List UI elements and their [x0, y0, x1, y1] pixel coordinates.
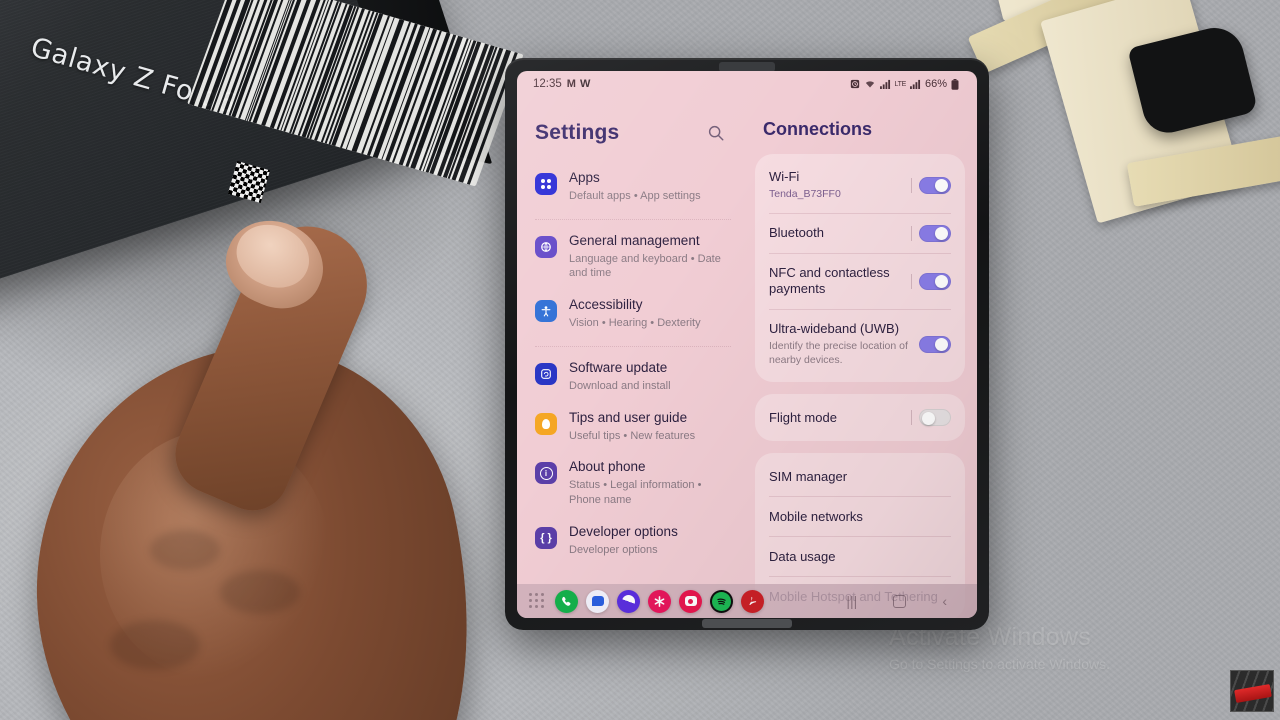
wifi-toggle[interactable]: [919, 177, 951, 194]
recents-button[interactable]: |||: [846, 593, 857, 609]
search-icon[interactable]: [707, 124, 725, 142]
divider: [535, 219, 731, 220]
connections-pane: Connections Wi-Fi Tenda_B73FF0 Bluetooth…: [747, 95, 977, 618]
sidebar-item-software-update[interactable]: Software update Download and install: [535, 353, 733, 403]
flight-mode-card: Flight mode: [755, 394, 965, 441]
wifi-icon: [864, 79, 876, 89]
network-type-indicator: LTE: [895, 81, 906, 88]
software-update-icon: [535, 363, 557, 385]
sidebar-item-subtitle: Vision • Hearing • Dexterity: [569, 316, 701, 331]
settings-list-pane: Settings Apps Default apps • App setting…: [517, 95, 747, 618]
connections-title: Connections: [763, 119, 965, 140]
sidebar-item-subtitle: Developer options: [569, 543, 678, 558]
sidebar-item-tips-and-user-guide[interactable]: Tips and user guide Useful tips • New fe…: [535, 403, 733, 453]
sidebar-item-subtitle: Language and keyboard • Date and time: [569, 252, 733, 282]
connections-row-wifi[interactable]: Wi-Fi Tenda_B73FF0: [769, 158, 951, 214]
camera-app-icon[interactable]: [679, 590, 702, 613]
wifi-network-name: Tenda_B73FF0: [769, 188, 841, 202]
flight-mode-toggle[interactable]: [919, 409, 951, 426]
sidebar-item-title: About phone: [569, 459, 733, 476]
connections-row-bluetooth[interactable]: Bluetooth: [769, 214, 951, 254]
gmail-icon: M: [567, 78, 575, 90]
sidebar-item-subtitle: Download and install: [569, 379, 671, 394]
sidebar-item-title: Software update: [569, 360, 671, 377]
sidebar-item-title: Developer options: [569, 524, 678, 541]
signal-bars-icon-2: [910, 79, 921, 89]
row-title: Bluetooth: [769, 225, 824, 242]
sidebar-item-subtitle: Default apps • App settings: [569, 189, 701, 204]
sidebar-item-general-management[interactable]: General management Language and keyboard…: [535, 226, 733, 291]
phone-app-icon[interactable]: [555, 590, 578, 613]
uwb-toggle[interactable]: [919, 336, 951, 353]
status-bar: 12:35 M W LTE 66%: [517, 71, 977, 95]
sidebar-item-accessibility[interactable]: Accessibility Vision • Hearing • Dexteri…: [535, 290, 733, 340]
general-management-icon: [535, 236, 557, 258]
alarm-icon: [850, 79, 860, 89]
connections-toggle-card: Wi-Fi Tenda_B73FF0 Bluetooth NFC and con…: [755, 154, 965, 382]
sidebar-item-subtitle: Useful tips • New features: [569, 429, 695, 444]
spotify-app-icon[interactable]: [710, 590, 733, 613]
back-button[interactable]: ‹: [942, 593, 947, 609]
corner-thumbnail: [1230, 670, 1274, 712]
samsung-internet-app-icon[interactable]: [617, 590, 640, 613]
sidebar-item-title: Tips and user guide: [569, 410, 695, 427]
sidebar-item-title: Apps: [569, 170, 701, 187]
divider: [911, 410, 912, 425]
bluetooth-toggle[interactable]: [919, 225, 951, 242]
row-title: Ultra-wideband (UWB): [769, 321, 909, 338]
connections-row-sim-manager[interactable]: SIM manager: [769, 457, 951, 497]
tips-icon: [535, 413, 557, 435]
row-title: Flight mode: [769, 410, 837, 427]
divider: [911, 178, 912, 193]
apps-grid-icon[interactable]: [529, 593, 545, 609]
settings-header: Settings: [535, 121, 733, 145]
apps-icon: [535, 173, 557, 195]
settings-content: Settings Apps Default apps • App setting…: [517, 95, 977, 618]
divider: [911, 226, 912, 241]
sidebar-item-subtitle: Status • Legal information • Phone name: [569, 478, 733, 508]
adobe-acrobat-app-icon[interactable]: [741, 590, 764, 613]
sidebar-item-developer-options[interactable]: { } Developer options Developer options: [535, 517, 733, 567]
sidebar-item-apps[interactable]: Apps Default apps • App settings: [535, 163, 733, 213]
divider: [911, 274, 912, 289]
connections-row-nfc[interactable]: NFC and contactless payments: [769, 254, 951, 311]
connections-row-data-usage[interactable]: Data usage: [769, 537, 951, 577]
sidebar-item-title: Accessibility: [569, 297, 701, 314]
row-title: Wi-Fi: [769, 169, 841, 186]
w-app-icon: W: [580, 78, 590, 90]
page-title: Settings: [535, 121, 619, 145]
row-title: NFC and contactless payments: [769, 265, 901, 299]
row-subtitle: Identify the precise location of nearby …: [769, 340, 909, 367]
nfc-toggle[interactable]: [919, 273, 951, 290]
phone-screen: 12:35 M W LTE 66% Settings Apps Default …: [517, 71, 977, 618]
connections-row-flight-mode[interactable]: Flight mode: [769, 398, 951, 437]
sidebar-item-title: General management: [569, 233, 733, 250]
phone-bottom-hinge: [702, 619, 792, 628]
developer-options-icon: { }: [535, 527, 557, 549]
connections-row-mobile-networks[interactable]: Mobile networks: [769, 497, 951, 537]
status-time: 12:35: [533, 78, 562, 90]
sidebar-item-about-phone[interactable]: i About phone Status • Legal information…: [535, 452, 733, 517]
battery-icon: [951, 79, 959, 90]
gallery-app-icon[interactable]: [648, 590, 671, 613]
messages-app-icon[interactable]: [586, 590, 609, 613]
galaxy-z-fold6-device: 12:35 M W LTE 66% Settings Apps Default …: [505, 58, 989, 630]
home-button[interactable]: [893, 595, 906, 608]
connections-row-uwb[interactable]: Ultra-wideband (UWB) Identify the precis…: [769, 310, 951, 378]
taskbar: ||| ‹: [517, 584, 977, 618]
signal-bars-icon: [880, 79, 891, 89]
battery-percent-label: 66%: [925, 78, 947, 90]
about-phone-icon: i: [535, 462, 557, 484]
divider: [535, 346, 731, 347]
accessibility-icon: [535, 300, 557, 322]
